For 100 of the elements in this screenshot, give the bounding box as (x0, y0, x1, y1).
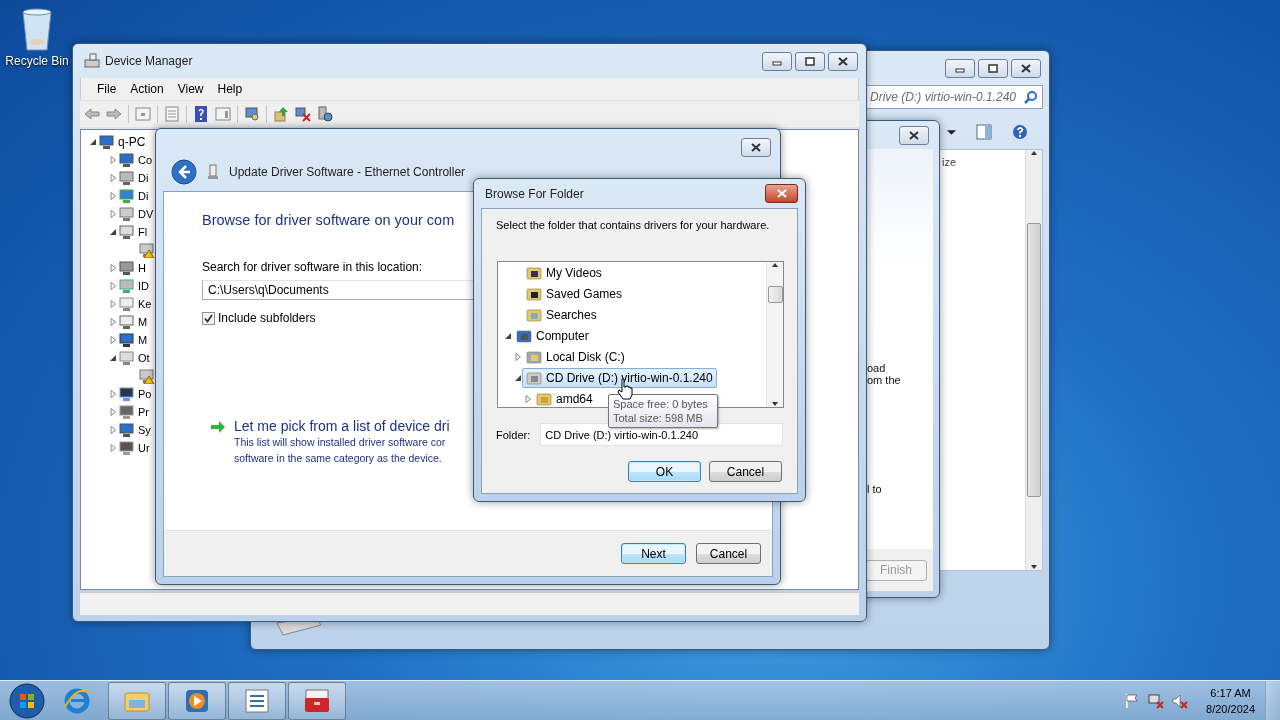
search-icon[interactable] (1024, 90, 1038, 104)
collapsed-arrow-icon[interactable] (109, 444, 117, 452)
tooltip-text: Total size: 598 MB (613, 411, 704, 425)
collapsed-arrow-icon[interactable] (109, 426, 117, 434)
minimize-button[interactable] (945, 58, 975, 78)
scan-hardware-icon[interactable] (244, 106, 260, 122)
close-button[interactable] (899, 125, 929, 145)
collapsed-arrow-icon[interactable] (109, 192, 117, 200)
next-button[interactable]: Next (621, 543, 686, 564)
close-button[interactable] (828, 51, 858, 71)
taskbar-button[interactable] (288, 682, 346, 720)
enable-device-icon[interactable] (317, 106, 333, 122)
preview-pane-icon[interactable] (976, 124, 992, 140)
tree-item[interactable]: Ur (138, 442, 150, 454)
desktop-icon-label[interactable]: Recycle Bin (5, 54, 69, 68)
maximize-button[interactable] (795, 51, 825, 71)
tree-item[interactable]: q-PC (118, 135, 146, 149)
expanded-arrow-icon[interactable] (514, 373, 522, 382)
recycle-bin-icon[interactable] (20, 6, 54, 52)
collapsed-arrow-icon[interactable] (514, 352, 522, 361)
collapsed-arrow-icon[interactable] (109, 408, 117, 416)
clock[interactable]: 6:17 AM 8/20/2024 (1206, 685, 1255, 717)
minimize-button[interactable] (762, 51, 792, 71)
scroll-thumb[interactable] (767, 286, 783, 303)
muted-speaker-icon[interactable] (1172, 693, 1189, 709)
tree-item[interactable]: Ot (138, 352, 150, 364)
taskbar-button[interactable] (228, 682, 286, 720)
forward-arrow-icon[interactable] (106, 106, 122, 122)
ok-button[interactable]: OK (628, 461, 701, 482)
checkbox[interactable] (202, 311, 215, 325)
cancel-button[interactable]: Cancel (709, 461, 782, 482)
expanded-arrow-icon[interactable] (504, 331, 512, 340)
collapsed-arrow-icon[interactable] (109, 156, 117, 164)
scroll-down-icon[interactable] (1030, 564, 1038, 570)
checkbox-label[interactable]: Include subfolders (218, 311, 316, 325)
cancel-button[interactable]: Cancel (696, 543, 761, 564)
close-button[interactable] (1011, 58, 1041, 78)
column-header[interactable]: ize (940, 150, 1025, 570)
collapsed-arrow-icon[interactable] (109, 336, 117, 344)
window-title: Browse For Folder (485, 186, 584, 201)
back-button[interactable] (171, 159, 197, 185)
folder-item[interactable]: CD Drive (D:) virtio-win-0.1.240 (522, 367, 717, 388)
collapsed-arrow-icon[interactable] (109, 390, 117, 398)
option-link[interactable]: Let me pick from a list of device dri (234, 418, 450, 434)
maximize-button[interactable] (978, 58, 1008, 78)
collapsed-arrow-icon[interactable] (109, 318, 117, 326)
tree-item[interactable]: Sy (138, 424, 151, 436)
address-bar[interactable]: Drive (D:) virtio-win-0.1.240 (865, 85, 1043, 109)
scrollbar[interactable] (1025, 150, 1042, 570)
network-icon[interactable] (1148, 693, 1165, 709)
folder-item[interactable]: Computer (512, 325, 593, 346)
tree-item[interactable]: Di (138, 190, 149, 202)
back-arrow-icon[interactable] (84, 106, 100, 122)
collapsed-arrow-icon[interactable] (109, 174, 117, 182)
taskbar-button[interactable] (108, 682, 166, 720)
option-description: software in the same category as the device. (234, 451, 443, 466)
scroll-down-icon[interactable] (771, 401, 779, 407)
action-pane-icon[interactable] (215, 106, 231, 122)
expanded-arrow-icon[interactable] (109, 228, 117, 236)
tree-item[interactable]: Di (138, 172, 149, 184)
tree-item[interactable]: Co (138, 154, 153, 166)
menu-item[interactable]: File (91, 82, 125, 96)
tree-item[interactable]: H (138, 262, 146, 274)
scroll-up-icon[interactable] (1030, 150, 1038, 156)
tree-item[interactable]: Ke (138, 298, 152, 310)
menu-item[interactable]: Help (211, 82, 251, 96)
collapsed-arrow-icon[interactable] (109, 282, 117, 290)
help-icon[interactable] (193, 106, 209, 122)
scroll-thumb[interactable] (1027, 223, 1041, 497)
expanded-arrow-icon[interactable] (109, 354, 117, 362)
menu-item[interactable]: View (171, 82, 212, 96)
close-button[interactable] (765, 184, 798, 203)
uninstall-icon[interactable] (295, 106, 311, 122)
taskbar-button[interactable] (168, 682, 226, 720)
tree-item[interactable]: M (138, 334, 148, 346)
folder-item[interactable]: My Videos (522, 262, 606, 283)
tree-item[interactable]: Fl (138, 226, 148, 238)
expanded-arrow-icon[interactable] (89, 138, 97, 146)
menu-item[interactable]: Action (124, 82, 172, 96)
folder-item[interactable]: Local Disk (C:) (522, 346, 629, 367)
collapsed-arrow-icon[interactable] (109, 264, 117, 272)
collapsed-arrow-icon[interactable] (109, 300, 117, 308)
close-icon (1021, 63, 1031, 73)
flag-icon[interactable] (1124, 693, 1141, 709)
collapsed-arrow-icon[interactable] (109, 210, 117, 218)
close-button[interactable] (741, 138, 771, 157)
help-icon[interactable] (1012, 124, 1028, 140)
console-tree-icon[interactable] (135, 106, 151, 122)
tree-item[interactable]: DV (138, 208, 154, 220)
folder-item[interactable]: amd64 (532, 388, 597, 409)
tree-item[interactable]: Po (138, 388, 152, 400)
scrollbar[interactable] (766, 262, 783, 407)
update-driver-icon[interactable] (273, 106, 289, 122)
maximize-icon (805, 56, 815, 66)
tree-item[interactable]: M (138, 316, 148, 328)
tree-item[interactable]: ID (138, 280, 149, 292)
collapsed-arrow-icon[interactable] (524, 394, 532, 403)
start-button[interactable] (8, 682, 46, 720)
folder-item[interactable]: Searches (522, 304, 601, 325)
tree-item[interactable]: Pr (138, 406, 149, 418)
